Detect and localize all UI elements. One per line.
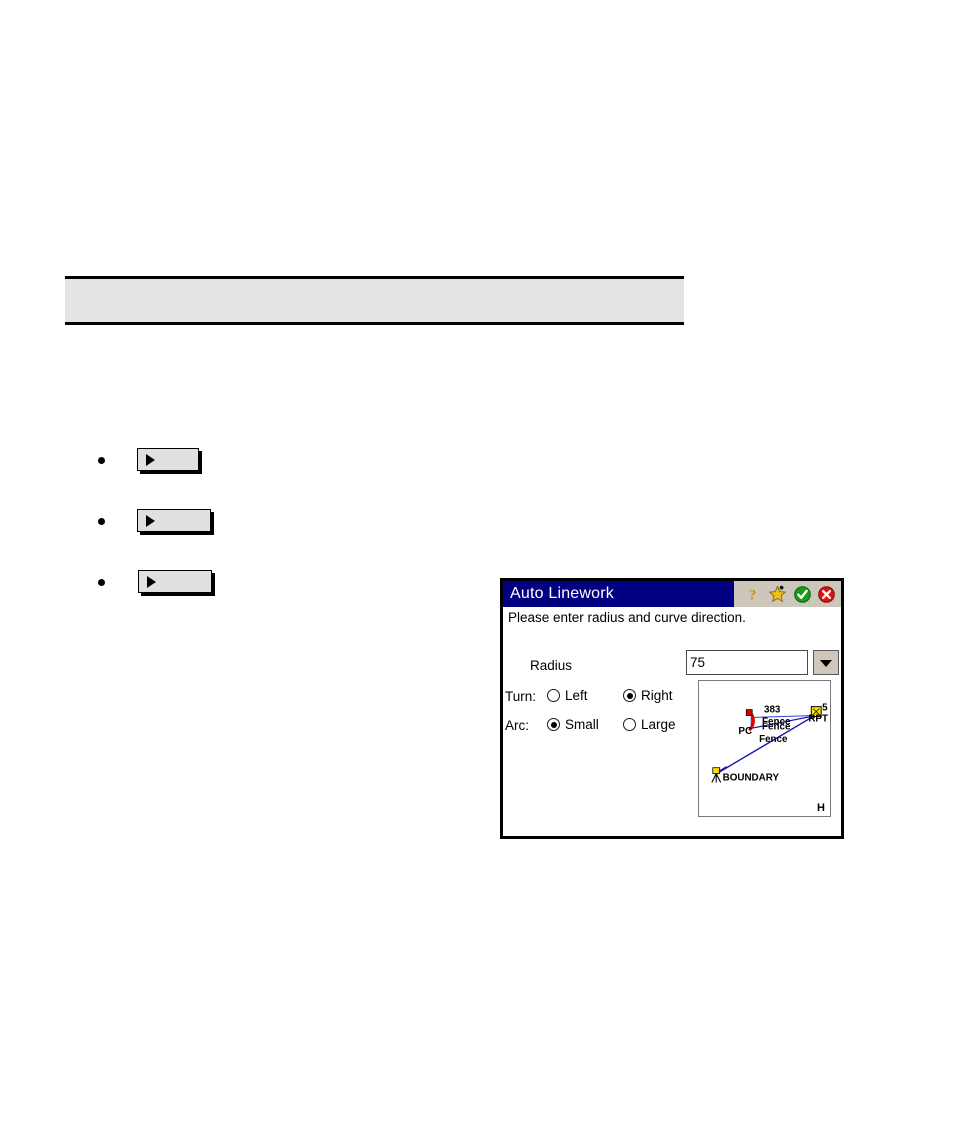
radio-arc-large[interactable]: [623, 718, 636, 731]
map-scale-indicator: H: [817, 802, 825, 814]
svg-text:?: ?: [749, 587, 757, 603]
turn-option-left[interactable]: Left: [547, 688, 588, 703]
arrow-button-1[interactable]: [137, 448, 199, 471]
tripod-legs-icon: [711, 773, 722, 783]
radio-turn-left-label: Left: [565, 688, 588, 703]
point-marker-383: [745, 709, 753, 716]
bullet-list: [90, 448, 470, 631]
arc-option-small[interactable]: Small: [547, 717, 599, 732]
heading-band: [65, 276, 684, 325]
bullet-marker: [98, 579, 105, 586]
right-triangle-icon: [146, 454, 155, 466]
radius-dropdown-button[interactable]: [813, 650, 839, 675]
prompt-text: Please enter radius and curve direction.: [508, 610, 746, 625]
radio-arc-large-label: Large: [641, 717, 676, 732]
list-item: [90, 509, 470, 570]
radio-turn-left[interactable]: [547, 689, 560, 702]
right-triangle-icon: [146, 515, 155, 527]
turn-label: Turn:: [505, 689, 537, 704]
right-triangle-icon: [147, 576, 156, 588]
chevron-down-icon: [820, 659, 832, 667]
arc-label: Arc:: [505, 718, 530, 733]
radius-input[interactable]: [686, 650, 808, 675]
document-page: Auto Linework ? Please enter radius and …: [0, 0, 954, 1144]
map-label-5: 5: [822, 703, 828, 714]
auto-linework-dialog: Auto Linework ? Please enter radius and …: [500, 578, 844, 839]
turn-option-right[interactable]: Right: [623, 688, 673, 703]
titlebar-icon-group: ?: [734, 581, 841, 607]
bullet-marker: [98, 518, 105, 525]
list-item: [90, 448, 470, 509]
radio-turn-right[interactable]: [623, 689, 636, 702]
confirm-ok-icon[interactable]: [794, 585, 811, 603]
close-cancel-icon[interactable]: [818, 585, 835, 603]
bullet-marker: [98, 457, 105, 464]
favorite-star-icon[interactable]: [768, 585, 787, 603]
map-label-fence-2: Fence: [762, 721, 791, 732]
help-icon[interactable]: ?: [744, 586, 761, 603]
radio-arc-small[interactable]: [547, 718, 560, 731]
dialog-titlebar: Auto Linework ?: [503, 581, 841, 607]
map-label-pc: PC: [738, 726, 752, 737]
map-canvas: 383 PC Fence Fence Fence 5 RPT BOUNDARY: [711, 703, 828, 784]
total-station-icon: [712, 767, 721, 775]
list-item: [90, 570, 470, 631]
map-preview[interactable]: 383 PC Fence Fence Fence 5 RPT BOUNDARY …: [698, 680, 831, 817]
arrow-button-2[interactable]: [137, 509, 211, 532]
arrow-button-3[interactable]: [138, 570, 212, 593]
radius-label: Radius: [530, 658, 573, 673]
dialog-body: Please enter radius and curve direction.…: [503, 607, 841, 836]
radio-turn-right-label: Right: [641, 688, 673, 703]
map-label-383: 383: [764, 705, 781, 716]
radio-arc-small-label: Small: [565, 717, 599, 732]
arc-option-large[interactable]: Large: [623, 717, 676, 732]
dialog-title: Auto Linework: [510, 585, 614, 602]
map-label-rpt: RPT: [808, 713, 828, 724]
map-label-boundary: BOUNDARY: [723, 773, 780, 784]
map-label-fence-3: Fence: [759, 734, 788, 745]
